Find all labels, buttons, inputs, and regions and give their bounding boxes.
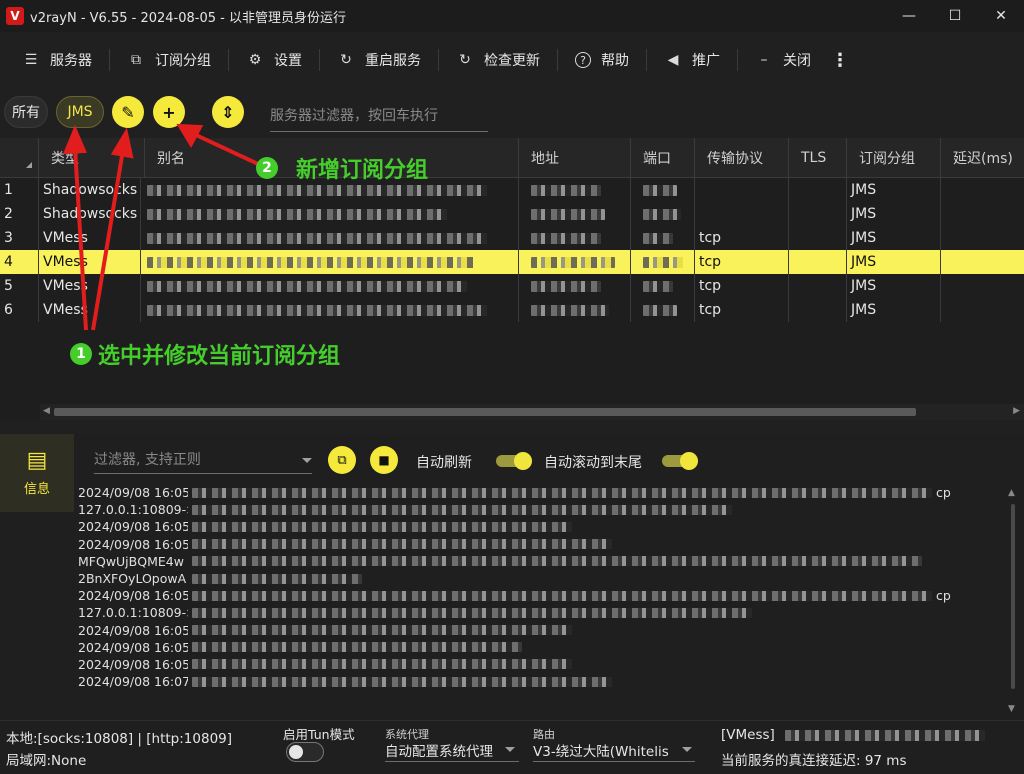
scrollbar-thumb[interactable] xyxy=(1011,504,1015,689)
annotation-arrow-1b-head xyxy=(110,127,134,159)
log-line-prefix: 2024/09/08 16:07 xyxy=(78,674,188,690)
info-tab[interactable]: ▤ 信息 xyxy=(0,434,74,512)
current-latency-status: 当前服务的真连接延迟: 97 ms xyxy=(721,753,907,769)
redacted-log-text xyxy=(192,659,572,670)
annotation-number-2: 2 xyxy=(256,157,278,179)
annotation-arrow-2-head xyxy=(176,123,204,149)
log-output[interactable]: 2024/09/08 16:05 cp 127.0.0.1:10809-> 2024/… xyxy=(78,484,1006,704)
redacted-log-text xyxy=(192,625,572,636)
redacted-log-text xyxy=(192,642,522,653)
redacted-log-text xyxy=(192,539,612,550)
chevron-down-icon[interactable] xyxy=(302,458,312,463)
trash-icon: ■ xyxy=(378,453,390,467)
log-line: 2024/09/08 16:05 cp xyxy=(78,587,1006,604)
auto-refresh-label: 自动刷新 xyxy=(416,455,472,471)
redacted-log-text xyxy=(192,676,612,687)
annotation-edit-group: 1 选中并修改当前订阅分组 xyxy=(70,338,340,370)
clear-log-button[interactable]: ■ xyxy=(370,446,398,474)
log-line-prefix: 2024/09/08 16:05 xyxy=(78,622,188,638)
log-line: 2024/09/08 16:07 xyxy=(78,673,1006,690)
log-line: 2BnXFOyLOpowA xyxy=(78,570,1006,587)
auto-scroll-label: 自动滚动到末尾 xyxy=(544,455,642,471)
log-line: 127.0.0.1:10809-> xyxy=(78,604,1006,621)
redacted-log-text xyxy=(192,521,572,532)
log-line-prefix: 2024/09/08 16:05 xyxy=(78,519,188,535)
local-ports-status: 本地:[socks:10808] | [http:10809] xyxy=(6,731,233,747)
log-line-prefix: 2024/09/08 16:05 xyxy=(78,536,188,552)
log-line-prefix: 127.0.0.1:10809-> xyxy=(78,605,188,621)
log-line: 2024/09/08 16:05 xyxy=(78,656,1006,673)
redacted-log-text xyxy=(192,487,932,498)
redacted-log-text xyxy=(192,607,752,618)
annotation-arrow-1b xyxy=(91,149,125,331)
annotation-number-1: 1 xyxy=(70,343,92,365)
log-line: 127.0.0.1:10809-> xyxy=(78,501,1006,518)
copy-log-button[interactable]: ⧉ xyxy=(328,446,356,474)
auto-scroll-toggle[interactable] xyxy=(662,452,702,470)
app-window: V v2rayN - V6.55 - 2024-08-05 - 以非管理员身份运… xyxy=(0,0,1024,774)
annotation-arrow-1a xyxy=(73,147,88,331)
log-line-prefix: MFQwUjBQME4w xyxy=(78,553,184,569)
scroll-up-icon[interactable]: ▲ xyxy=(1008,488,1015,498)
chevron-down-icon[interactable] xyxy=(682,747,692,752)
log-line-suffix: cp xyxy=(936,588,951,604)
info-tab-label: 信息 xyxy=(23,481,50,497)
log-line: 2024/09/08 16:05 cp xyxy=(78,484,1006,501)
redacted-log-text xyxy=(192,556,922,567)
system-proxy-select[interactable]: 自动配置系统代理 xyxy=(385,740,519,762)
current-server-label: [VMess] xyxy=(721,727,986,743)
annotation-arrow-2 xyxy=(195,133,259,166)
log-filter-input[interactable] xyxy=(94,446,312,474)
log-line-prefix: 2024/09/08 16:05 xyxy=(78,588,188,604)
auto-refresh-toggle[interactable] xyxy=(496,452,536,470)
log-line-prefix: 127.0.0.1:10809-> xyxy=(78,502,188,518)
log-line-prefix: 2024/09/08 16:05 xyxy=(78,639,188,655)
log-toolbar: ⧉ ■ 自动刷新 自动滚动到末尾 xyxy=(76,440,1016,480)
chevron-down-icon[interactable] xyxy=(505,747,515,752)
scroll-down-icon[interactable]: ▼ xyxy=(1008,704,1015,714)
current-server-redacted xyxy=(785,729,986,741)
current-server-type: [VMess] xyxy=(721,727,775,743)
lan-status: 局域网:None xyxy=(6,753,87,769)
log-line: 2024/09/08 16:05 xyxy=(78,622,1006,639)
annotation-text-2: 新增订阅分组 xyxy=(296,158,429,183)
annotation-text-1: 选中并修改当前订阅分组 xyxy=(98,344,341,369)
redacted-log-text xyxy=(192,590,932,601)
routing-select[interactable]: V3-绕过大陆(Whitelis xyxy=(533,740,695,762)
copy-icon: ⧉ xyxy=(337,452,347,468)
log-line-prefix: 2024/09/08 16:05 xyxy=(78,656,188,672)
annotation-arrow-1a-head xyxy=(62,124,87,155)
annotation-add-group: 2 新增订阅分组 xyxy=(256,152,428,184)
log-vertical-scrollbar[interactable]: ▲ ▼ xyxy=(1006,484,1020,716)
log-line: 2024/09/08 16:05 xyxy=(78,518,1006,535)
tun-mode-label: 启用Tun模式 xyxy=(283,727,355,742)
log-line-prefix: 2024/09/08 16:05 xyxy=(78,485,188,501)
log-panel: ▤ 信息 ⧉ ■ 自动刷新 自动滚动到末尾 2024/09/08 16:05 cp… xyxy=(0,434,1024,720)
redacted-log-text xyxy=(192,504,732,515)
tun-mode-toggle[interactable] xyxy=(286,742,324,762)
message-icon: ▤ xyxy=(26,447,48,473)
log-line: 2024/09/08 16:05 xyxy=(78,639,1006,656)
log-line: MFQwUjBQME4w xyxy=(78,553,1006,570)
log-line: 2024/09/08 16:05 xyxy=(78,536,1006,553)
log-line-prefix: 2BnXFOyLOpowA xyxy=(78,571,187,587)
redacted-log-text xyxy=(192,573,362,584)
log-line-suffix: cp xyxy=(936,485,951,501)
